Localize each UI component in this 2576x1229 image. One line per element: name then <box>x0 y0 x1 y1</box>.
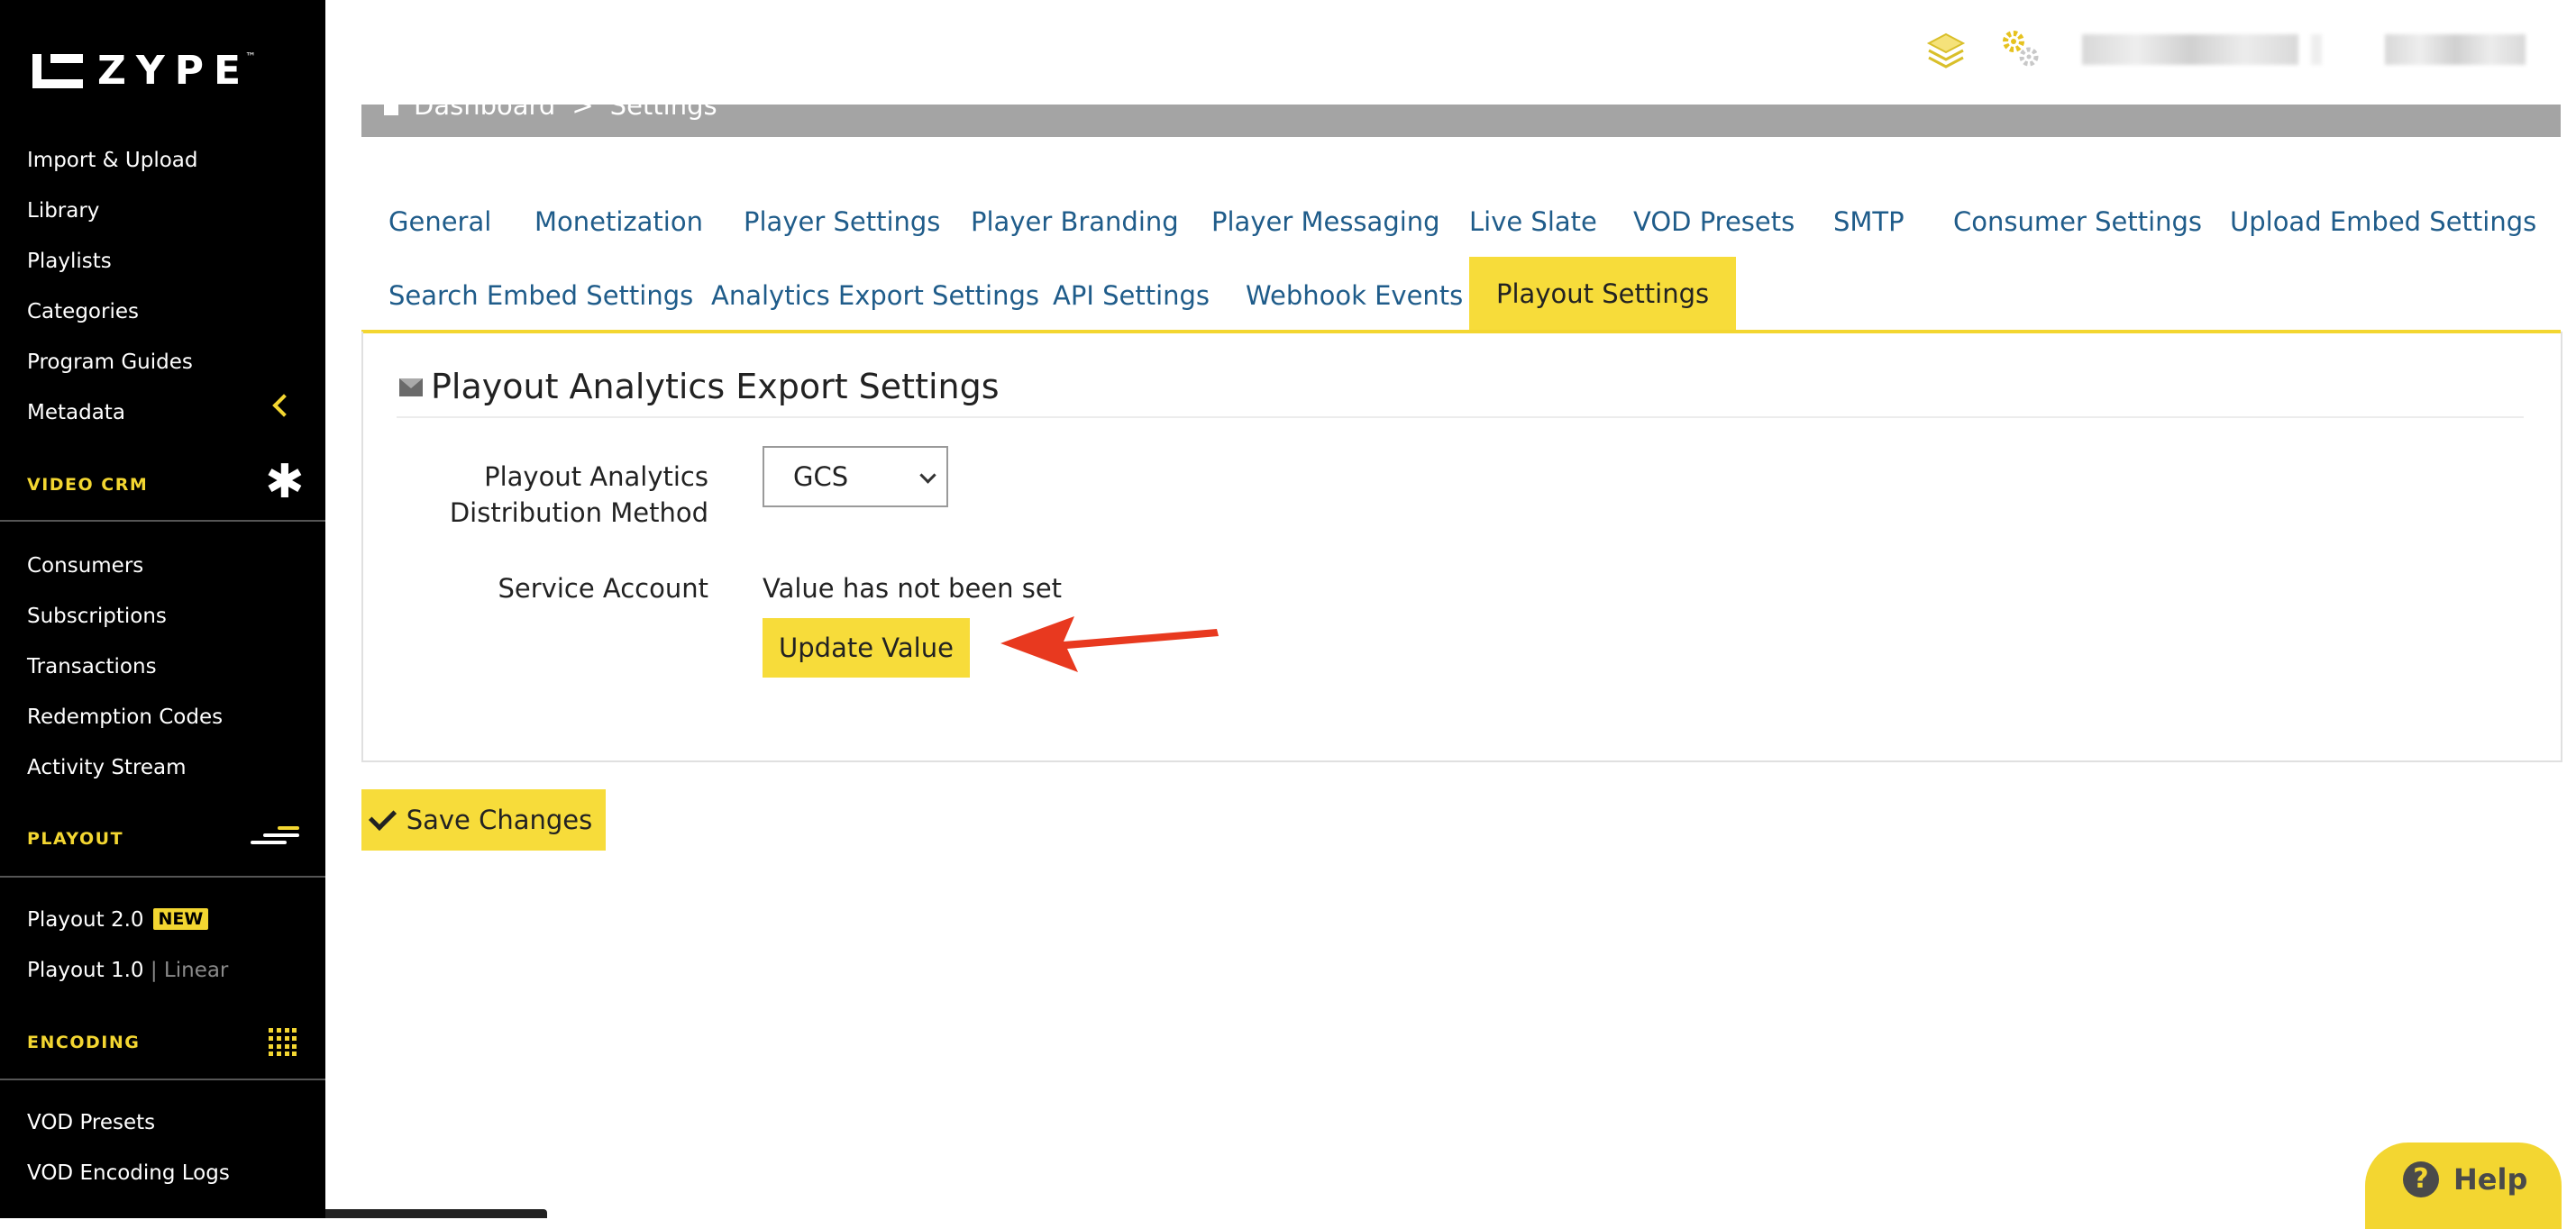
new-badge: NEW <box>152 908 209 930</box>
divider <box>0 1079 325 1080</box>
zype-logo[interactable]: ZYPE ™ <box>32 50 261 92</box>
separator: | <box>150 959 158 982</box>
tab-api-settings[interactable]: API Settings <box>1053 279 1210 312</box>
help-icon: ? <box>2403 1161 2439 1197</box>
distribution-method-value: GCS <box>793 461 849 492</box>
tab-monetization[interactable]: Monetization <box>534 205 703 238</box>
tab-player-messaging[interactable]: Player Messaging <box>1211 205 1440 238</box>
user-separator-blurred <box>2311 34 2322 65</box>
sidebar-item-library[interactable]: Library <box>27 197 99 224</box>
tab-webhook-events[interactable]: Webhook Events <box>1246 279 1463 312</box>
section-heading-encoding: ENCODING <box>27 1033 141 1052</box>
playout-bars-icon <box>251 826 299 853</box>
breadcrumb: Dashboard > Settings <box>361 105 2561 137</box>
update-value-button[interactable]: Update Value <box>763 618 970 678</box>
sidebar-item-import-upload[interactable]: Import & Upload <box>27 147 197 174</box>
section-heading-playout: PLAYOUT <box>27 829 124 849</box>
home-icon[interactable] <box>381 105 401 115</box>
tab-search-embed-settings[interactable]: Search Embed Settings <box>388 279 693 312</box>
tab-vod-presets[interactable]: VOD Presets <box>1633 205 1795 238</box>
account-menu-blurred[interactable] <box>2385 34 2526 65</box>
tab-smtp[interactable]: SMTP <box>1833 205 1905 238</box>
divider <box>0 876 325 878</box>
panel-title: Playout Analytics Export Settings <box>431 367 1000 406</box>
save-changes-button[interactable]: Save Changes <box>361 789 606 851</box>
user-name-blurred[interactable] <box>2082 34 2298 65</box>
help-label: Help <box>2453 1162 2528 1197</box>
logo-text: ZYPE <box>97 48 251 94</box>
chevron-left-icon[interactable] <box>272 394 296 417</box>
tab-consumer-settings[interactable]: Consumer Settings <box>1953 205 2202 238</box>
sidebar-item-label: Playout 1.0 <box>27 959 144 982</box>
tab-upload-embed-settings[interactable]: Upload Embed Settings <box>2230 205 2536 238</box>
check-icon <box>368 802 397 831</box>
sidebar-item-transactions[interactable]: Transactions <box>27 653 157 680</box>
sidebar-item-vod-encoding-logs[interactable]: VOD Encoding Logs <box>27 1160 230 1187</box>
grid-icon <box>269 1028 297 1057</box>
breadcrumb-dashboard-link[interactable]: Dashboard <box>414 105 555 122</box>
tab-general[interactable]: General <box>388 205 491 238</box>
tab-player-settings[interactable]: Player Settings <box>744 205 940 238</box>
sidebar-item-subscriptions[interactable]: Subscriptions <box>27 603 167 630</box>
sidebar-item-categories[interactable]: Categories <box>27 298 139 325</box>
sidebar: ZYPE ™ Import & Upload Library Playlists… <box>0 0 325 1218</box>
section-heading-video-crm: VIDEO CRM <box>27 475 149 495</box>
linear-tag: Linear <box>163 959 229 982</box>
gears-icon[interactable] <box>1999 29 2041 70</box>
tab-live-slate[interactable]: Live Slate <box>1469 205 1597 238</box>
sidebar-item-label: Playout 2.0 <box>27 908 144 932</box>
sidebar-item-program-guides[interactable]: Program Guides <box>27 349 193 376</box>
service-account-label: Service Account <box>498 573 709 604</box>
service-account-value: Value has not been set <box>763 573 1063 604</box>
divider <box>0 520 325 522</box>
sidebar-item-playout-1[interactable]: Playout 1.0 | Linear <box>27 957 228 984</box>
divider <box>397 416 2524 418</box>
save-changes-label: Save Changes <box>406 805 593 835</box>
breadcrumb-current: Settings <box>609 105 717 121</box>
sidebar-item-redemption-codes[interactable]: Redemption Codes <box>27 704 223 731</box>
distribution-method-label-line1: Playout Analytics <box>484 461 708 492</box>
layers-icon[interactable] <box>1925 31 1967 72</box>
tab-analytics-export-settings[interactable]: Analytics Export Settings <box>711 279 1039 312</box>
distribution-method-label-line2: Distribution Method <box>449 497 708 528</box>
tab-player-branding[interactable]: Player Branding <box>971 205 1179 238</box>
envelope-icon <box>399 378 423 396</box>
zype-logo-mark <box>32 54 83 88</box>
sidebar-item-activity-stream[interactable]: Activity Stream <box>27 754 187 781</box>
breadcrumb-separator: > <box>571 105 594 121</box>
tab-playout-settings[interactable]: Playout Settings <box>1469 257 1737 331</box>
logo-trademark: ™ <box>245 50 257 63</box>
horizontal-scrollbar[interactable] <box>325 1209 547 1218</box>
sidebar-item-playout-2[interactable]: Playout 2.0 NEW <box>27 906 209 933</box>
sidebar-item-playlists[interactable]: Playlists <box>27 248 112 275</box>
red-arrow-annotation <box>1000 616 1219 672</box>
sidebar-item-vod-presets[interactable]: VOD Presets <box>27 1109 155 1136</box>
distribution-method-select[interactable]: GCS <box>763 446 948 507</box>
sidebar-item-metadata[interactable]: Metadata <box>27 399 125 426</box>
asterisk-icon: ✱ <box>265 455 305 509</box>
sidebar-item-consumers[interactable]: Consumers <box>27 552 143 579</box>
chevron-down-icon <box>919 467 936 484</box>
help-button[interactable]: ? Help <box>2365 1143 2562 1229</box>
